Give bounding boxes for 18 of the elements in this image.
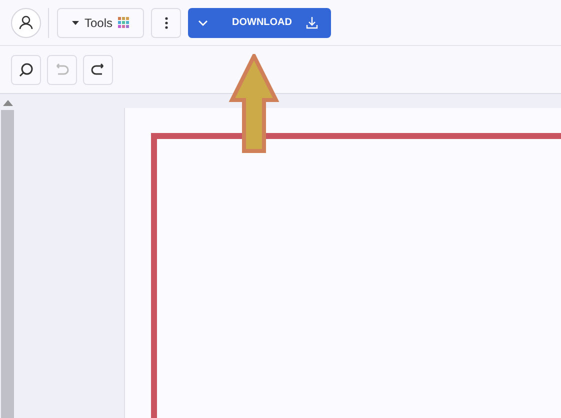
tools-button[interactable]: Tools: [57, 8, 144, 38]
search-icon: [18, 62, 34, 78]
download-button[interactable]: DOWNLOAD: [188, 8, 331, 38]
redo-icon: [90, 62, 106, 78]
search-button[interactable]: [11, 54, 41, 84]
user-avatar[interactable]: [11, 8, 41, 38]
download-icon: [306, 16, 318, 29]
more-icon: [164, 16, 168, 28]
undo-icon: [54, 62, 70, 78]
tools-label: Tools: [84, 16, 112, 30]
scrollbar[interactable]: [1, 110, 14, 418]
redo-button[interactable]: [83, 54, 113, 84]
scroll-up-icon[interactable]: [3, 100, 13, 106]
grid-icon: [118, 17, 128, 28]
more-button[interactable]: [151, 8, 181, 38]
caret-icon: [72, 20, 80, 24]
person-icon: [19, 15, 33, 30]
chevron-icon: [198, 20, 208, 26]
